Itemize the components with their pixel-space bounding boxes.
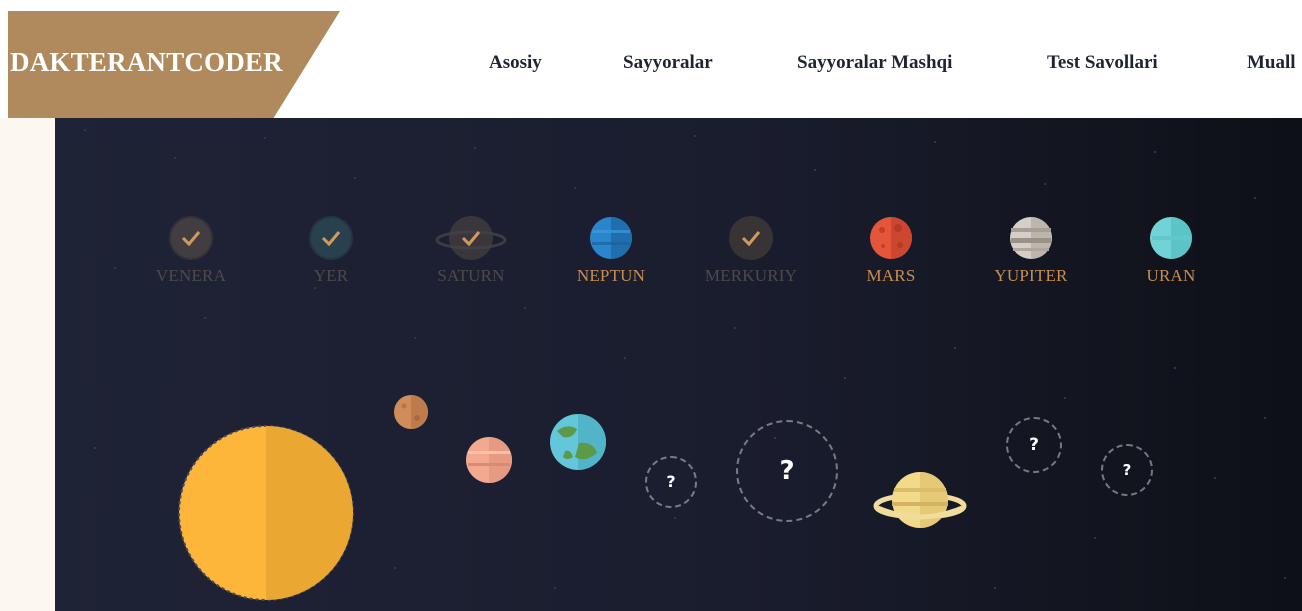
- planet-label: YUPITER: [994, 266, 1068, 285]
- yer-planet[interactable]: [549, 413, 607, 471]
- uran-thumb: [1149, 216, 1193, 260]
- neptun-icon: [590, 217, 632, 259]
- neptun-thumb: [589, 216, 633, 260]
- sun: [178, 425, 354, 601]
- side-strip: [0, 118, 55, 611]
- space-panel: VENERA YER SATURN NEPTUN MERKURIY MARS Y…: [55, 118, 1302, 611]
- yupiter-icon: [1010, 217, 1052, 259]
- select-venera[interactable]: VENERA: [126, 216, 256, 286]
- neptun-drop-slot[interactable]: ?: [1101, 444, 1153, 496]
- planet-label: MERKURIY: [704, 266, 798, 285]
- mars-drop-slot[interactable]: ?: [645, 456, 697, 508]
- nav-muallif[interactable]: Muall: [1247, 52, 1296, 74]
- check-icon: [449, 216, 493, 260]
- venera-thumb: [169, 216, 213, 260]
- planet-label: URAN: [1146, 266, 1196, 285]
- select-yupiter[interactable]: YUPITER: [966, 216, 1096, 286]
- select-mars[interactable]: MARS: [826, 216, 956, 286]
- select-merkuriy[interactable]: MERKURIY: [686, 216, 816, 286]
- select-yer[interactable]: YER: [266, 216, 396, 286]
- yer-thumb: [309, 216, 353, 260]
- header: DAKTERANTCODER Asosiy Sayyoralar Sayyora…: [0, 0, 1302, 118]
- planet-label: SATURN: [437, 266, 505, 285]
- saturn-thumb: [435, 216, 507, 260]
- nav-sayyoralar-mashqi[interactable]: Sayyoralar Mashqi: [797, 52, 952, 74]
- uran-drop-slot[interactable]: ?: [1006, 417, 1062, 473]
- nav-asosiy[interactable]: Asosiy: [489, 52, 542, 74]
- check-icon: [729, 216, 773, 260]
- select-uran[interactable]: URAN: [1106, 216, 1236, 286]
- uran-icon: [1150, 217, 1192, 259]
- check-icon: [309, 216, 353, 260]
- select-neptun[interactable]: NEPTUN: [546, 216, 676, 286]
- planet-label: VENERA: [155, 266, 227, 285]
- planet-label: YER: [313, 266, 349, 285]
- merkuriy-thumb: [729, 216, 773, 260]
- mars-thumb: [869, 216, 913, 260]
- yupiter-drop-slot[interactable]: ?: [736, 420, 838, 522]
- mars-icon: [870, 217, 912, 259]
- saturn-planet[interactable]: [873, 468, 967, 532]
- planet-label: MARS: [866, 266, 916, 285]
- planet-label: NEPTUN: [576, 266, 646, 285]
- nav-test-savollari[interactable]: Test Savollari: [1047, 52, 1158, 74]
- merkuriy-planet[interactable]: [393, 394, 429, 430]
- nav-sayyoralar[interactable]: Sayyoralar: [623, 52, 713, 74]
- yupiter-thumb: [1009, 216, 1053, 260]
- select-saturn[interactable]: SATURN: [406, 216, 536, 286]
- logo[interactable]: DAKTERANTCODER: [10, 46, 283, 78]
- venera-planet[interactable]: [465, 436, 513, 484]
- check-icon: [169, 216, 213, 260]
